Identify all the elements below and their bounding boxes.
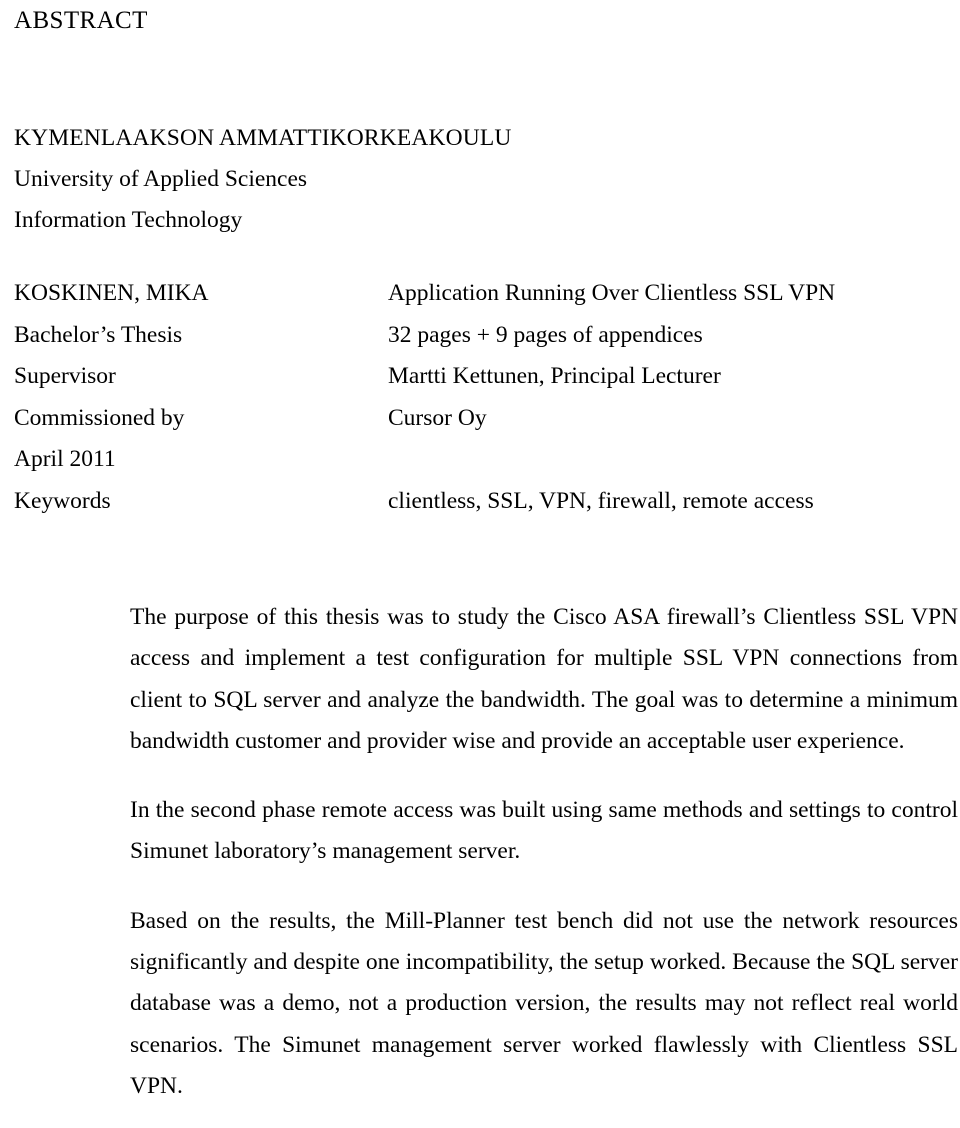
metadata-value-supervisor: Martti Kettunen, Principal Lecturer (388, 363, 721, 389)
institution-name-en: University of Applied Sciences (14, 166, 308, 192)
abstract-paragraph-1: The purpose of this thesis was to study … (130, 604, 958, 754)
metadata-row-supervisor: Supervisor Martti Kettunen, Principal Le… (14, 361, 954, 403)
page-title: ABSTRACT (14, 7, 148, 34)
metadata-label-supervisor: Supervisor (14, 363, 116, 389)
thesis-metadata-block: KOSKINEN, MIKA Application Running Over … (14, 278, 954, 527)
metadata-label-keywords: Keywords (14, 487, 111, 514)
degree-programme: Information Technology (14, 207, 243, 233)
metadata-label-author: KOSKINEN, MIKA (14, 280, 209, 306)
abstract-page: ABSTRACT KYMENLAAKSON AMMATTIKORKEAKOULU… (0, 0, 960, 1128)
metadata-value-keywords: clientless, SSL, VPN, firewall, remote a… (388, 487, 814, 514)
metadata-label-commissioned-by: Commissioned by (14, 404, 185, 431)
metadata-label-thesis-type: Bachelor’s Thesis (14, 321, 183, 348)
metadata-row-keywords: Keywords clientless, SSL, VPN, firewall,… (14, 486, 954, 528)
abstract-paragraph-2: In the second phase remote access was bu… (130, 797, 958, 865)
metadata-row-thesis-type: Bachelor’s Thesis 32 pages + 9 pages of … (14, 320, 954, 362)
metadata-row-commissioned-by: Commissioned by Cursor Oy (14, 403, 954, 445)
institution-block: KYMENLAAKSON AMMATTIKORKEAKOULU Universi… (14, 118, 634, 241)
abstract-paragraph-3: Based on the results, the Mill-Planner t… (130, 907, 958, 1099)
metadata-row-date: April 2011 (14, 444, 954, 486)
metadata-value-commissioned-by: Cursor Oy (388, 404, 487, 431)
abstract-body: The purpose of this thesis was to study … (130, 597, 958, 1107)
institution-name-fi: KYMENLAAKSON AMMATTIKORKEAKOULU (14, 125, 512, 151)
metadata-row-author: KOSKINEN, MIKA Application Running Over … (14, 278, 954, 320)
metadata-value-title: Application Running Over Clientless SSL … (388, 280, 836, 306)
metadata-label-date: April 2011 (14, 446, 116, 472)
metadata-value-page-count: 32 pages + 9 pages of appendices (388, 321, 703, 348)
